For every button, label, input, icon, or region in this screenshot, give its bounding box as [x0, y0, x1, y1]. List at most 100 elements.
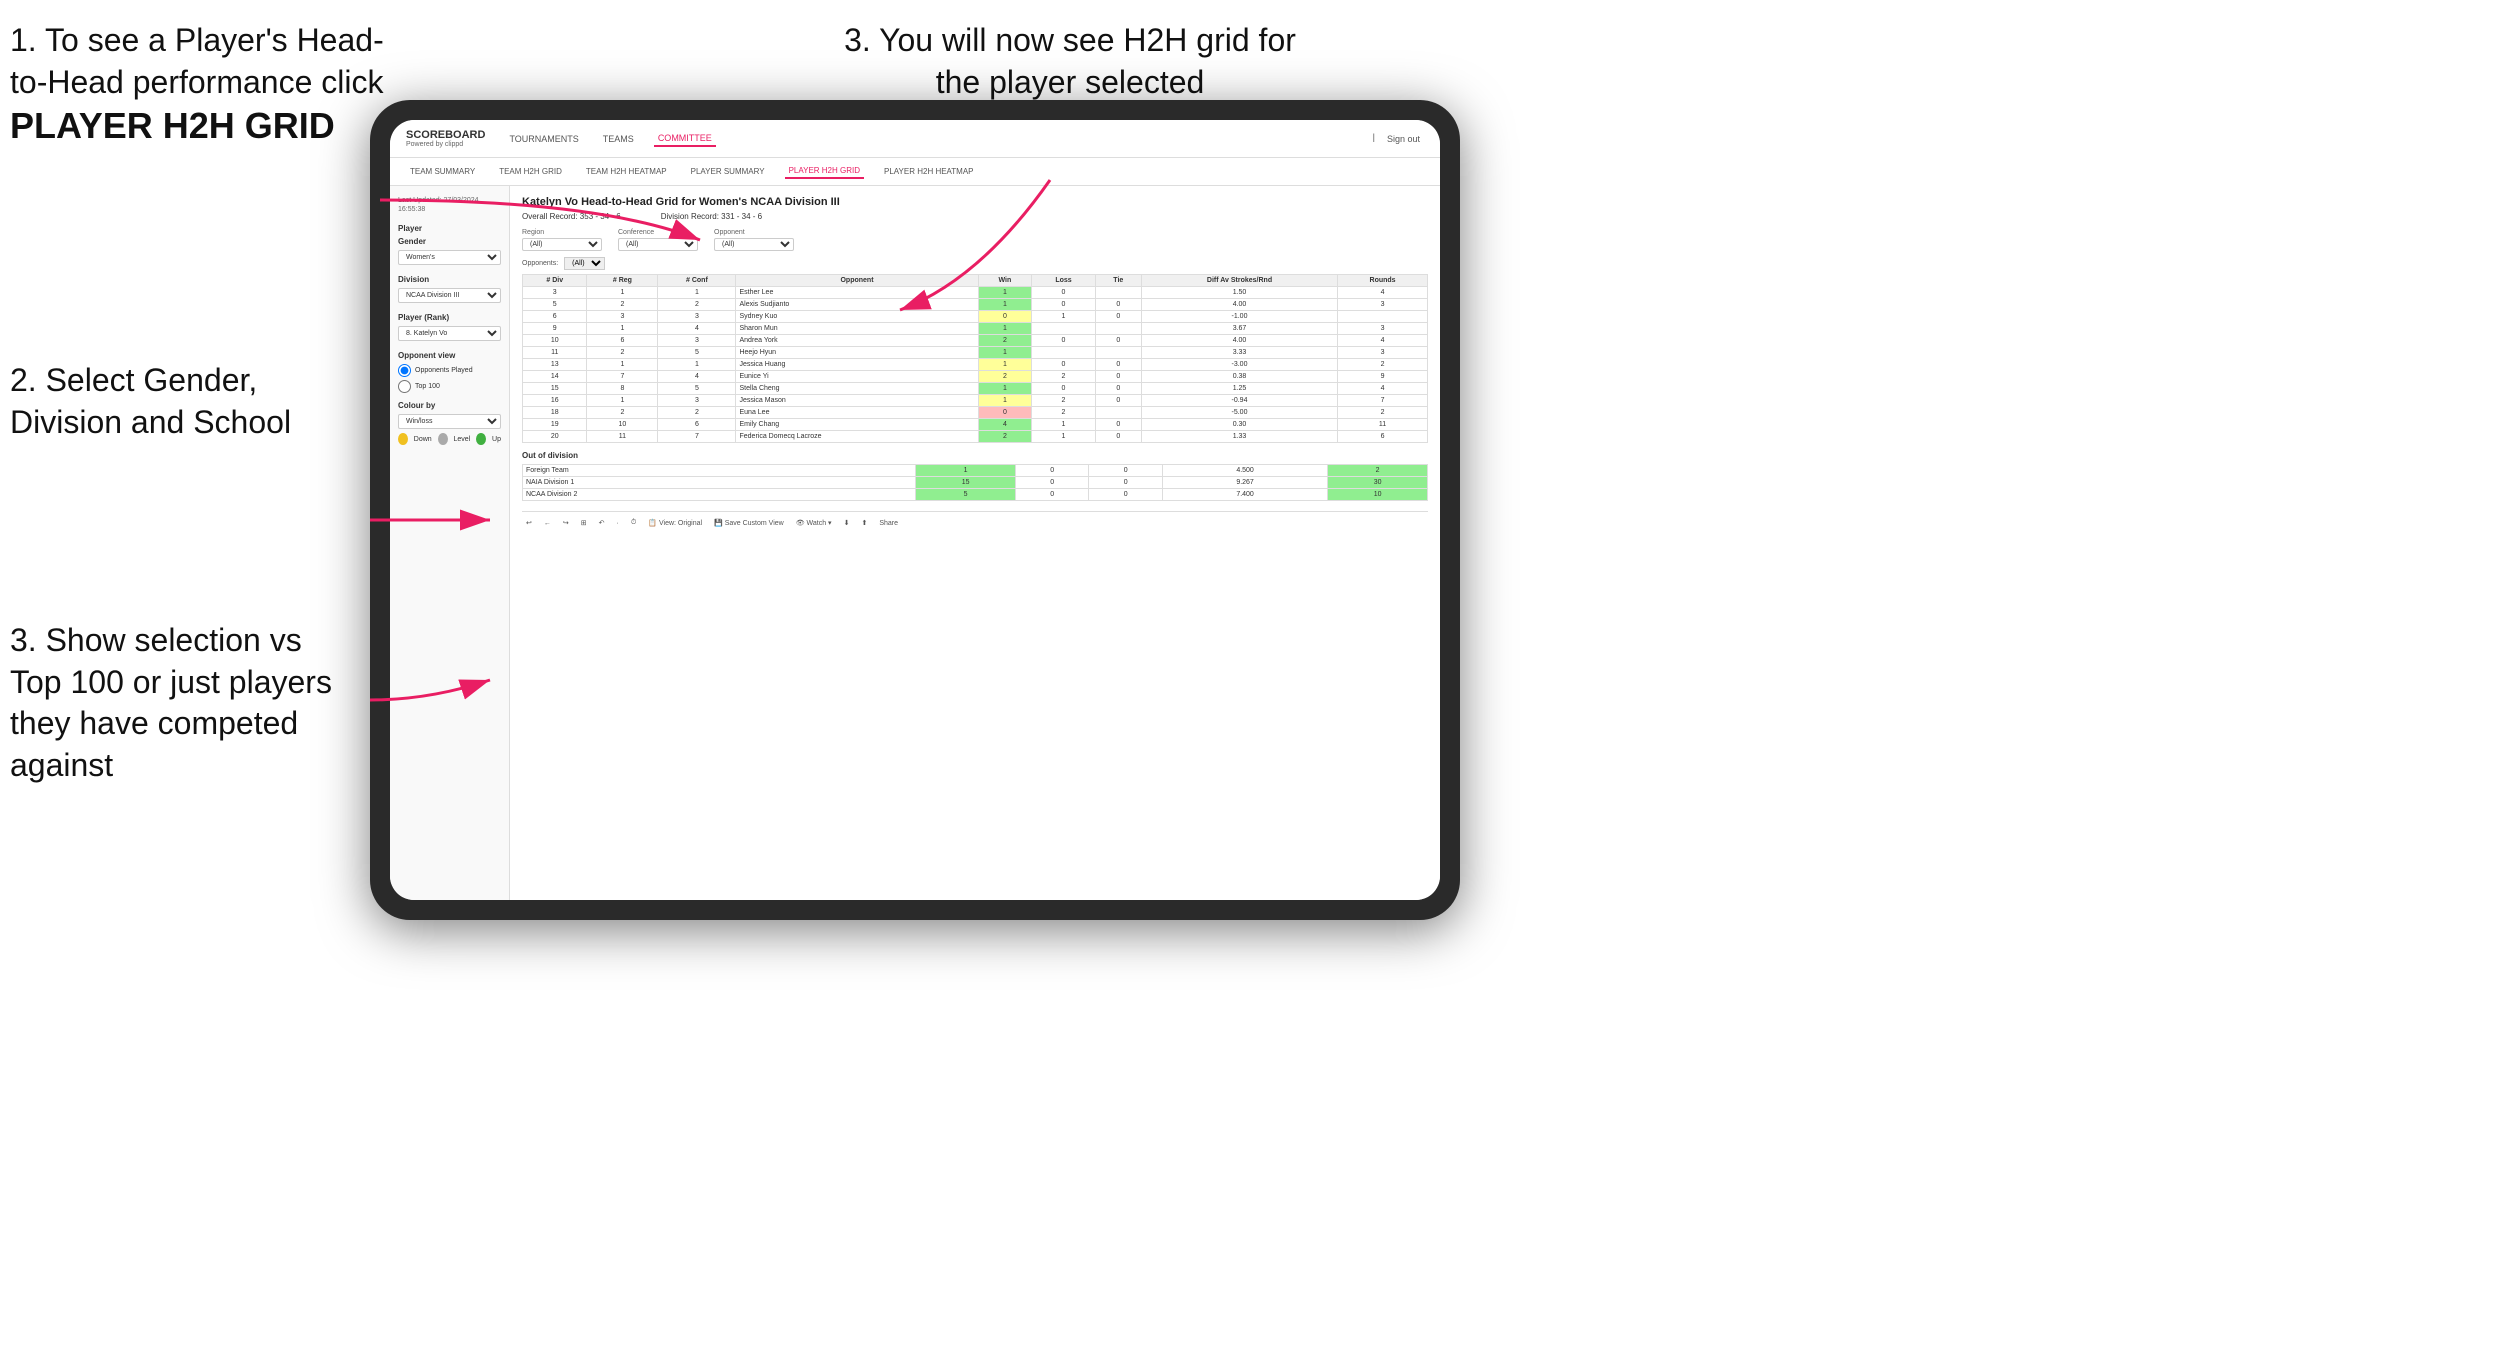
toolbar-grid[interactable]: ⊞: [577, 517, 591, 529]
opponents-select[interactable]: (All): [564, 257, 605, 270]
toolbar-undo[interactable]: ↩: [522, 517, 536, 529]
cell-tie: 0: [1095, 383, 1141, 395]
cell-tie: 0: [1095, 395, 1141, 407]
toolbar-watch[interactable]: 👁 Watch ▾: [792, 517, 836, 529]
subnav-player-summary[interactable]: PLAYER SUMMARY: [687, 165, 769, 178]
table-row: 10 6 3 Andrea York 2 0 0 4.00 4: [523, 335, 1428, 347]
cell-win: 1: [978, 323, 1032, 335]
radio-opponents-played[interactable]: Opponents Played: [398, 364, 501, 377]
grid-title: Katelyn Vo Head-to-Head Grid for Women's…: [522, 196, 1428, 208]
gender-select[interactable]: Women's: [398, 250, 501, 265]
cell-div: 19: [523, 419, 587, 431]
cell-tie: [1095, 347, 1141, 359]
cell-opponent: Stella Cheng: [736, 383, 978, 395]
cell-opponent: Sydney Kuo: [736, 311, 978, 323]
cell-div: 9: [523, 323, 587, 335]
subnav-team-h2h-heatmap[interactable]: TEAM H2H HEATMAP: [582, 165, 671, 178]
cell-diff: 3.33: [1141, 347, 1337, 359]
radio-opponents-played-input[interactable]: [398, 364, 411, 377]
nav-tournaments[interactable]: TOURNAMENTS: [505, 132, 582, 146]
cell-rounds: 3: [1338, 347, 1428, 359]
step2-text: 2. Select Gender, Division and School: [10, 362, 291, 440]
colour-label: Colour by: [398, 401, 501, 410]
cell-reg: 1: [587, 359, 658, 371]
cell-diff: 1.25: [1141, 383, 1337, 395]
cell-win: 1: [978, 299, 1032, 311]
cell-diff: 0.38: [1141, 371, 1337, 383]
cell-diff: 3.67: [1141, 323, 1337, 335]
toolbar-refresh[interactable]: ↶: [595, 517, 609, 529]
ood-cell-loss: 0: [1015, 477, 1088, 489]
step3-bottom-text: 3. Show selection vs Top 100 or just pla…: [10, 622, 332, 783]
opponent-select[interactable]: (All): [714, 238, 794, 251]
table-row: 9 1 4 Sharon Mun 1 3.67 3: [523, 323, 1428, 335]
cell-conf: 3: [658, 311, 736, 323]
colour-select[interactable]: Win/loss: [398, 414, 501, 429]
cell-reg: 2: [587, 299, 658, 311]
region-filter: Region (All): [522, 229, 602, 251]
cell-conf: 2: [658, 299, 736, 311]
ood-table: Foreign Team 1 0 0 4.500 2 NAIA Division…: [522, 464, 1428, 501]
region-select[interactable]: (All): [522, 238, 602, 251]
nav-teams[interactable]: TEAMS: [599, 132, 638, 146]
nav-committee[interactable]: COMMITTEE: [654, 131, 716, 147]
toolbar-share[interactable]: Share: [875, 518, 902, 529]
cell-rounds: 3: [1338, 323, 1428, 335]
conference-select[interactable]: (All): [618, 238, 698, 251]
toolbar-download[interactable]: ⬇: [840, 517, 854, 529]
cell-conf: 3: [658, 395, 736, 407]
opponent-view-label: Opponent view: [398, 351, 501, 360]
cell-win: 1: [978, 359, 1032, 371]
player-rank-label: Player (Rank): [398, 313, 501, 322]
cell-win: 4: [978, 419, 1032, 431]
player-rank-select[interactable]: 8. Katelyn Vo: [398, 326, 501, 341]
cell-div: 15: [523, 383, 587, 395]
radio-top100[interactable]: Top 100: [398, 380, 501, 393]
cell-loss: 0: [1032, 287, 1095, 299]
table-row: 18 2 2 Euna Lee 0 2 -5.00 2: [523, 407, 1428, 419]
nav-right: | Sign out: [1373, 132, 1424, 146]
cell-opponent: Federica Domecq Lacroze: [736, 431, 978, 443]
ood-cell-win: 15: [916, 477, 1016, 489]
cell-reg: 3: [587, 311, 658, 323]
ood-cell-label: NAIA Division 1: [523, 477, 916, 489]
cell-rounds: 2: [1338, 359, 1428, 371]
subnav-team-h2h-grid[interactable]: TEAM H2H GRID: [495, 165, 566, 178]
player-rank-section: Player (Rank) 8. Katelyn Vo: [398, 313, 501, 341]
sign-out-button[interactable]: Sign out: [1383, 132, 1424, 146]
instruction-step3-top: 3. You will now see H2H grid for the pla…: [820, 20, 1320, 103]
sidebar: Last Updated: 27/03/202416:55:38 Player …: [390, 186, 510, 900]
toolbar-upload[interactable]: ⬆: [857, 517, 871, 529]
cell-opponent: Esther Lee: [736, 287, 978, 299]
opponent-view-section: Opponent view Opponents Played Top 100: [398, 351, 501, 393]
logo: SCOREBOARD Powered by clippd: [406, 129, 485, 149]
toolbar-back[interactable]: ←: [540, 518, 555, 529]
cell-win: 0: [978, 311, 1032, 323]
subnav-player-h2h-heatmap[interactable]: PLAYER H2H HEATMAP: [880, 165, 978, 178]
radio-top100-label: Top 100: [415, 383, 440, 390]
toolbar-redo[interactable]: ↪: [559, 517, 573, 529]
toolbar-dot[interactable]: ·: [613, 518, 623, 529]
toolbar-view-original[interactable]: 📋 View: Original: [644, 517, 706, 529]
cell-div: 14: [523, 371, 587, 383]
step3-top-text: 3. You will now see H2H grid for the pla…: [844, 22, 1296, 100]
bottom-toolbar: ↩ ← ↪ ⊞ ↶ · ⏱ 📋 View: Original 💾 Save Cu…: [522, 511, 1428, 529]
division-select[interactable]: NCAA Division III: [398, 288, 501, 303]
cell-win: 2: [978, 335, 1032, 347]
ood-cell-rounds: 30: [1328, 477, 1428, 489]
dot-level: [438, 433, 448, 445]
cell-conf: 5: [658, 347, 736, 359]
cell-win: 1: [978, 395, 1032, 407]
logo-text: SCOREBOARD: [406, 129, 485, 141]
cell-div: 5: [523, 299, 587, 311]
cell-diff: 0.30: [1141, 419, 1337, 431]
subnav-player-h2h-grid[interactable]: PLAYER H2H GRID: [785, 164, 864, 179]
radio-top100-input[interactable]: [398, 380, 411, 393]
toolbar-save-custom[interactable]: 💾 Save Custom View: [710, 517, 788, 529]
ood-table-row: NAIA Division 1 15 0 0 9.267 30: [523, 477, 1428, 489]
cell-win: 1: [978, 383, 1032, 395]
instruction-step3-bottom: 3. Show selection vs Top 100 or just pla…: [10, 620, 360, 786]
toolbar-timer[interactable]: ⏱: [627, 517, 640, 529]
subnav-team-summary[interactable]: TEAM SUMMARY: [406, 165, 479, 178]
cell-opponent: Euna Lee: [736, 407, 978, 419]
